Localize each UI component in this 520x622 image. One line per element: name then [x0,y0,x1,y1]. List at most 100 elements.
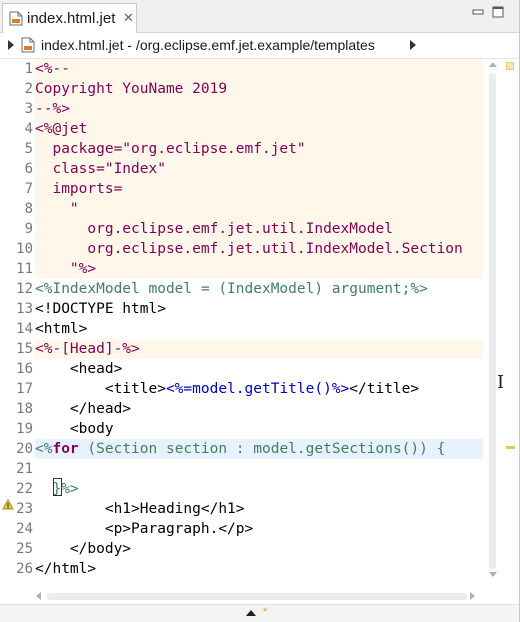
code-token: org.eclipse.emf.jet.util.IndexModel.Sect… [35,241,463,257]
code-token: </head> [35,401,132,417]
line-number: 25 [16,541,33,557]
chevron-right-icon[interactable] [8,40,14,50]
scrollbar-thumb[interactable] [489,73,496,569]
line-number: 10 [16,241,33,257]
code-line[interactable]: org.eclipse.emf.jet.util.IndexModel.Sect… [35,239,483,259]
code-token: <html> [35,321,88,337]
line-number: 26 [16,561,33,577]
code-line[interactable]: <%-[Head]-%> [35,339,483,359]
code-token: (Section section : model.getSections()) … [78,441,446,457]
line-number: 12 [16,281,33,297]
code-line[interactable]: <%@jet [35,119,483,139]
code-line[interactable]: <%for (Section section : model.getSectio… [35,439,483,459]
code-line[interactable]: org.eclipse.emf.jet.util.IndexModel [35,219,483,239]
line-number: 5 [24,141,33,157]
code-line[interactable]: <h1>Heading</h1> [35,499,245,519]
editor-tab-bar: index.html.jet ✕ [0,0,520,33]
tab-label: index.html.jet [27,10,116,27]
code-line[interactable]: class="Index" [35,159,483,179]
tab-index-html-jet[interactable]: index.html.jet ✕ [2,3,137,33]
code-token: </html> [35,561,97,577]
code-line[interactable]: <p>Paragraph.</p> [35,519,253,539]
code-token: <h1>Heading</h1> [35,501,245,517]
code-line[interactable]: <%IndexModel model = (IndexModel) argume… [35,279,428,299]
code-token: imports= [35,181,123,197]
code-token: <!DOCTYPE html> [35,301,166,317]
code-line[interactable]: <body [35,419,114,439]
line-number: 14 [16,321,33,337]
line-number: 15 [16,341,33,357]
chevron-up-icon[interactable] [246,610,256,616]
code-token: package="org.eclipse.emf.jet" [35,141,306,157]
code-line[interactable] [35,459,44,479]
line-number: 6 [24,161,33,177]
code-line[interactable]: Copyright YouName 2019 [35,79,483,99]
minimize-icon[interactable] [472,6,484,18]
code-line[interactable]: imports= [35,179,483,199]
line-number: 18 [16,401,33,417]
code-token: "%> [35,261,97,277]
line-number: 3 [24,101,33,117]
scroll-up-icon[interactable] [489,62,497,67]
scrollbar-thumb[interactable] [47,593,467,600]
code-line[interactable]: " [35,199,483,219]
code-line[interactable]: <!DOCTYPE html> [35,299,166,319]
maximize-icon[interactable] [492,6,504,18]
line-number: 11 [16,261,33,277]
code-token: " [35,201,79,217]
dirty-marker: * [263,606,268,618]
line-number: 19 [16,421,33,437]
code-token: <% [35,441,53,457]
code-line[interactable]: <%-- [35,59,483,79]
scroll-right-icon[interactable] [470,592,475,600]
code-line[interactable]: </head> [35,399,131,419]
code-token: <%@jet [35,121,88,137]
line-number: 21 [16,461,33,477]
code-line[interactable]: package="org.eclipse.emf.jet" [35,139,483,159]
line-number: 4 [24,121,33,137]
code-line[interactable]: <head> [35,359,122,379]
scroll-down-icon[interactable] [489,572,497,577]
code-token: class="Index" [35,161,166,177]
code-line[interactable]: </html> [35,559,96,579]
line-number: 8 [24,201,33,217]
code-token: </body> [35,541,132,557]
jet-file-icon [21,37,35,53]
code-line[interactable]: </body> [35,539,131,559]
chevron-right-icon[interactable] [410,40,416,50]
overview-ruler-marker[interactable] [506,62,514,70]
code-token: Copyright YouName 2019 [35,81,228,97]
text-caret [53,478,62,496]
code-token: org.eclipse.emf.jet.util.IndexModel [35,221,393,237]
close-icon[interactable]: ✕ [123,10,134,26]
code-token: <%-- [35,61,70,77]
line-number: 17 [16,381,33,397]
code-line[interactable]: <title><%=model.getTitle()%></title> [35,379,419,399]
scroll-left-icon[interactable] [36,592,41,600]
code-line[interactable]: --%> [35,99,483,119]
warning-icon [2,499,14,510]
breadcrumb: index.html.jet - /org.eclipse.emf.jet.ex… [0,33,520,59]
horizontal-scrollbar[interactable] [33,589,483,603]
code-token: for [52,441,79,457]
code-line[interactable]: "%> [35,259,483,279]
line-number: 22 [16,481,33,497]
vertical-scrollbar[interactable] [484,59,520,589]
code-token: <%-[Head]-%> [35,341,140,357]
line-number: 24 [16,521,33,537]
line-number: 16 [16,361,33,377]
overview-warning-marker[interactable] [506,446,515,449]
code-line[interactable]: <html> [35,319,87,339]
line-number: 9 [24,221,33,237]
code-token: <head> [35,361,123,377]
ibeam-cursor-icon: I [497,372,505,393]
code-area[interactable]: <%-- Copyright YouName 2019 --%> <%@jet pac… [35,59,483,589]
code-token: </title> [349,381,420,397]
code-token: <%IndexModel model = (IndexModel) argume… [35,281,428,297]
breadcrumb-path[interactable]: index.html.jet - /org.eclipse.emf.jet.ex… [41,37,375,53]
code-token: <title> [35,381,166,397]
bottom-toolbar: * [0,604,520,622]
line-number: 1 [24,61,33,77]
code-editor[interactable]: 1 2 3 4 5 6 7 8 9 10 11 12 13 14 15 16 17 18 19 20 21 22 23 24 2… [0,59,520,604]
